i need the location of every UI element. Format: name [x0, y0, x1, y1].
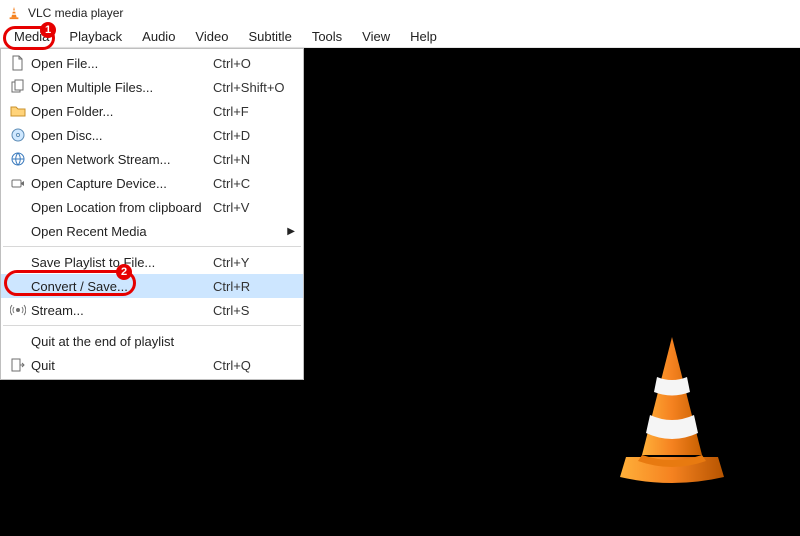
- menu-item-open-disc[interactable]: Open Disc...Ctrl+D: [1, 123, 303, 147]
- menu-item-label: Open Recent Media: [29, 224, 213, 239]
- menu-item-open-multiple-files[interactable]: Open Multiple Files...Ctrl+Shift+O: [1, 75, 303, 99]
- menu-view[interactable]: View: [352, 27, 400, 46]
- menu-item-label: Open Folder...: [29, 104, 213, 119]
- menu-item-save-playlist-to-file[interactable]: Save Playlist to File...Ctrl+Y: [1, 250, 303, 274]
- menu-subtitle[interactable]: Subtitle: [238, 27, 301, 46]
- menu-item-label: Open Multiple Files...: [29, 80, 213, 95]
- menu-item-label: Quit at the end of playlist: [29, 334, 213, 349]
- titlebar: VLC media player: [0, 0, 800, 26]
- submenu-arrow-icon: ▶: [287, 226, 295, 237]
- menu-item-shortcut: Ctrl+N: [213, 152, 295, 167]
- vlc-cone-logo-icon: [612, 337, 732, 492]
- menu-item-label: Stream...: [29, 303, 213, 318]
- menu-separator: [3, 246, 301, 247]
- menubar: Media Playback Audio Video Subtitle Tool…: [0, 26, 800, 48]
- vlc-window: VLC media player Media Playback Audio Vi…: [0, 0, 800, 536]
- network-icon: [7, 151, 29, 167]
- menu-item-shortcut: Ctrl+Shift+O: [213, 80, 295, 95]
- stream-icon: [7, 302, 29, 318]
- menu-item-label: Open File...: [29, 56, 213, 71]
- menu-item-convert-save[interactable]: Convert / Save...Ctrl+R: [1, 274, 303, 298]
- menu-item-open-location-from-clipboard[interactable]: Open Location from clipboardCtrl+V: [1, 195, 303, 219]
- menu-item-shortcut: Ctrl+Y: [213, 255, 295, 270]
- menu-help[interactable]: Help: [400, 27, 447, 46]
- menu-item-quit-at-the-end-of-playlist[interactable]: Quit at the end of playlist: [1, 329, 303, 353]
- menu-item-open-recent-media[interactable]: Open Recent Media ▶: [1, 219, 303, 243]
- menu-item-shortcut: Ctrl+Q: [213, 358, 295, 373]
- menu-item-shortcut: Ctrl+S: [213, 303, 295, 318]
- menu-item-open-capture-device[interactable]: Open Capture Device...Ctrl+C: [1, 171, 303, 195]
- menu-item-label: Save Playlist to File...: [29, 255, 213, 270]
- menu-item-label: Open Location from clipboard: [29, 200, 213, 215]
- media-dropdown-menu: Open File...Ctrl+OOpen Multiple Files...…: [0, 48, 304, 380]
- menu-item-shortcut: Ctrl+V: [213, 200, 295, 215]
- menu-separator: [3, 325, 301, 326]
- files-icon: [7, 79, 29, 95]
- menu-audio[interactable]: Audio: [132, 27, 185, 46]
- menu-item-shortcut: Ctrl+D: [213, 128, 295, 143]
- folder-icon: [7, 103, 29, 119]
- file-icon: [7, 55, 29, 71]
- menu-item-shortcut: Ctrl+O: [213, 56, 295, 71]
- menu-playback[interactable]: Playback: [59, 27, 132, 46]
- disc-icon: [7, 127, 29, 143]
- menu-item-shortcut: Ctrl+R: [213, 279, 295, 294]
- capture-icon: [7, 175, 29, 191]
- menu-media[interactable]: Media: [4, 27, 59, 46]
- menu-item-shortcut: Ctrl+C: [213, 176, 295, 191]
- menu-item-quit[interactable]: QuitCtrl+Q: [1, 353, 303, 377]
- menu-item-open-network-stream[interactable]: Open Network Stream...Ctrl+N: [1, 147, 303, 171]
- quit-icon: [7, 357, 29, 373]
- menu-item-open-folder[interactable]: Open Folder...Ctrl+F: [1, 99, 303, 123]
- menu-item-label: Open Disc...: [29, 128, 213, 143]
- menu-tools[interactable]: Tools: [302, 27, 352, 46]
- menu-item-open-file[interactable]: Open File...Ctrl+O: [1, 51, 303, 75]
- menu-item-label: Open Capture Device...: [29, 176, 213, 191]
- menu-item-label: Convert / Save...: [29, 279, 213, 294]
- window-title: VLC media player: [28, 6, 123, 20]
- menu-item-label: Open Network Stream...: [29, 152, 213, 167]
- menu-item-stream[interactable]: Stream...Ctrl+S: [1, 298, 303, 322]
- menu-item-shortcut: Ctrl+F: [213, 104, 295, 119]
- menu-video[interactable]: Video: [185, 27, 238, 46]
- vlc-cone-icon: [6, 5, 22, 21]
- menu-item-label: Quit: [29, 358, 213, 373]
